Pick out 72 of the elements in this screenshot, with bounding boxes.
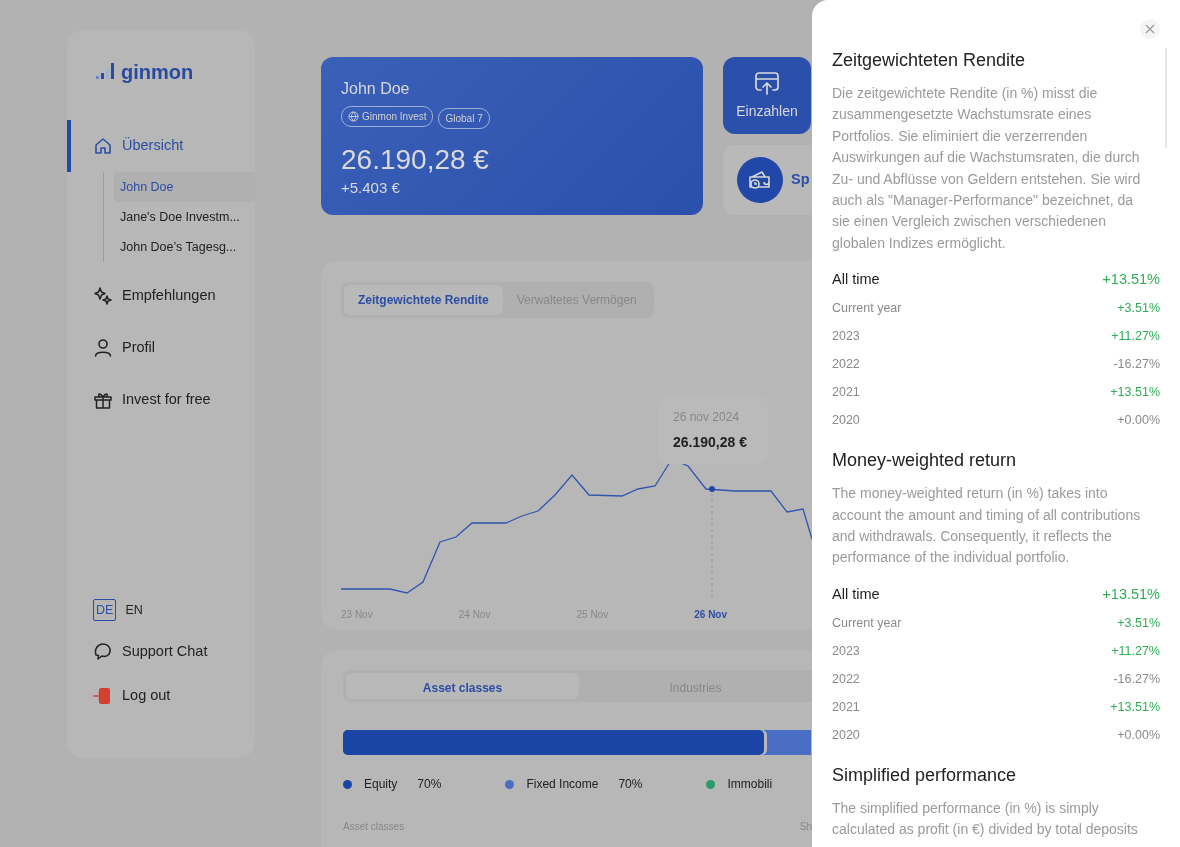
sidebar-link[interactable]: Support Chat [93, 630, 255, 674]
period-label: 2021 [832, 698, 860, 716]
section-title: Money-weighted return [832, 449, 1018, 473]
return-value: -16.27% [1113, 670, 1160, 688]
sub-nav-item[interactable]: Jane's Doe Investm... [114, 202, 255, 232]
return-value: -16.27% [1113, 355, 1160, 373]
return-value: +13.51% [1102, 270, 1160, 290]
period-label: Current year [832, 614, 902, 632]
nav-item[interactable]: Invest for free [67, 374, 255, 426]
data-point [709, 486, 715, 492]
account-name: John Doe [341, 79, 411, 99]
action-label: Sp [791, 170, 810, 190]
logo-text: ginmon [121, 60, 194, 85]
savings-card[interactable]: Sp [723, 145, 812, 215]
language-option[interactable]: DE [93, 598, 117, 622]
return-value: +13.51% [1110, 698, 1160, 716]
sidebar-link[interactable]: Log out [93, 674, 255, 718]
card-upload-icon [753, 69, 781, 97]
product-tag: Global 7 [438, 108, 490, 129]
period-label: 2022 [832, 355, 860, 373]
close-button[interactable] [1140, 19, 1160, 39]
return-value: +3.51% [1117, 614, 1160, 632]
period-label: 2023 [832, 642, 860, 660]
language-option[interactable]: EN [122, 598, 146, 622]
nav-item[interactable]: Empfehlungen [67, 270, 255, 322]
section-description: The money-weighted return (in %) takes into account the amount and timing of all contributions and withdrawals. Consequently, it reflects the performance of the individual portfolio. [832, 484, 1142, 568]
period-label: All time [832, 585, 880, 604]
legend-label: Immobili [727, 776, 773, 793]
nav-item[interactable]: Übersicht [67, 120, 255, 172]
legend-label: Equity [364, 776, 398, 793]
period-label: 2020 [832, 726, 860, 744]
gift-icon [93, 390, 113, 410]
period-label: 2023 [832, 327, 860, 345]
period-label: All time [832, 270, 880, 290]
section-title: Zeitgewichteten Rendite [832, 49, 1027, 72]
legend-value: 70% [417, 776, 442, 793]
period-label: Current year [832, 299, 902, 317]
wallet-clock-icon [747, 168, 773, 192]
axis-label: 26 Nov [694, 608, 729, 622]
legend-label: Fixed Income [526, 776, 599, 793]
tab[interactable]: Asset classes [346, 673, 579, 699]
globe-icon [348, 111, 359, 122]
person-icon [93, 338, 113, 358]
return-value: +11.27% [1111, 642, 1160, 660]
tooltip-value: 26.190,28 € [673, 433, 748, 452]
product-tag: Ginmon Invest [341, 106, 434, 127]
nav-item[interactable]: Profil [67, 322, 255, 374]
sub-nav-item[interactable]: John Doe’s Tagesg... [114, 232, 255, 262]
account-gain: +5.403 € [341, 177, 401, 198]
period-label: 2022 [832, 670, 860, 688]
home-icon [93, 136, 113, 156]
legend-value: 70% [618, 776, 643, 793]
period-label: 2020 [832, 411, 860, 429]
section-description: Die zeitgewichtete Rendite (in %) misst die zusammengesetzte Wachstumsrate eines Portfolios. Sie eliminiert die verzerrenden Auswirkungen auf die Wachstumsraten, die durch Zu- und Abflüsse von Geldern entstehen. Sie wird auch als "Manager-Performance" bezeichnet, da sie einen Vergleich zwischen verschiedenen globalen Indizes ermöglicht. [832, 84, 1142, 253]
chat-icon [93, 642, 113, 662]
return-value: +0.00% [1117, 411, 1160, 429]
sparkle-icon [93, 286, 113, 306]
account-balance: 26.190,28 € [341, 143, 490, 177]
sub-nav-item[interactable]: John Doe [114, 172, 255, 202]
deposit-button[interactable]: Einzahlen [723, 57, 811, 134]
return-value: +13.51% [1110, 383, 1160, 401]
return-value: +0.00% [1117, 726, 1160, 744]
return-value: +13.51% [1102, 585, 1160, 604]
section-description: The simplified performance (in %) is simply calculated as profit (in €) divided by total deposits [832, 798, 1139, 840]
close-icon [1145, 24, 1155, 34]
section-title: Simplified performance [832, 763, 1018, 787]
return-value: +11.27% [1111, 327, 1160, 345]
logout-icon [93, 686, 113, 706]
period-label: 2021 [832, 383, 860, 401]
return-value: +3.51% [1117, 299, 1160, 317]
logo[interactable]: ginmon [95, 58, 255, 86]
tab[interactable]: Zeitgewichtete Rendite [344, 285, 503, 315]
